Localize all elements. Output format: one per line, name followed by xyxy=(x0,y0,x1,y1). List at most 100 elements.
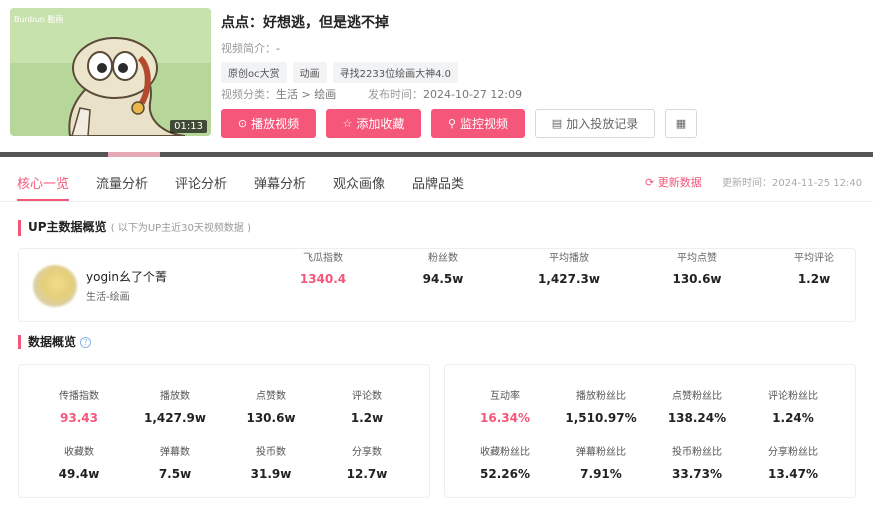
add-favorite-button[interactable]: ☆ 添加收藏 xyxy=(326,109,421,138)
play-circle-icon: ⊙ xyxy=(237,117,248,130)
metric-value: 13.47% xyxy=(768,467,818,481)
video-title: 点点：好想逃，但是逃不掉 xyxy=(221,15,389,31)
metric-cell: 播放数 1,427.9w xyxy=(127,387,223,425)
thumbnail-illustration: Bunbun 動画 xyxy=(10,8,211,136)
ratio-metrics-card: 互动率 16.34% 播放粉丝比 1,510.97% 点赞粉丝比 138.24% 评论粉丝比… xyxy=(444,364,856,498)
metric-label: 播放粉丝比 xyxy=(576,391,626,402)
video-publish-time: 发布时间：2024-10-27 12:09 xyxy=(368,86,522,102)
active-tab-indicator xyxy=(17,199,69,201)
metric-label: 弹幕数 xyxy=(160,447,190,458)
analysis-tabs: 核心一览 流量分析 评论分析 弹幕分析 观众画像 品牌品类 ⟳ 更新数据 更新时… xyxy=(0,157,873,202)
tab-danmaku-analysis[interactable]: 弹幕分析 xyxy=(254,173,306,192)
metric-label: 点赞数 xyxy=(256,391,286,402)
metric-label: 播放数 xyxy=(160,391,190,402)
add-ad-record-button[interactable]: ▤ 加入投放记录 xyxy=(535,109,655,138)
monitor-video-button[interactable]: ⚲ 监控视频 xyxy=(431,109,525,138)
metric-label: 评论粉丝比 xyxy=(768,391,818,402)
up-category: 生活-绘画 xyxy=(86,292,130,303)
tab-core-overview[interactable]: 核心一览 xyxy=(17,173,69,192)
metric-label: 分享粉丝比 xyxy=(768,447,818,458)
document-icon: ▤ xyxy=(551,117,563,130)
up-overview-heading: UP主数据概览 ( 以下为UP主近30天视频数据 ) xyxy=(18,220,251,236)
up-overview-subtitle: ( 以下为UP主近30天视频数据 ) xyxy=(110,223,251,234)
stat-value: 1340.4 xyxy=(299,272,347,286)
location-pin-icon: ⚲ xyxy=(447,117,457,130)
metric-value: 1.2w xyxy=(350,411,384,425)
add-ad-record-label: 加入投放记录 xyxy=(566,117,639,131)
tab-audience-profile[interactable]: 观众画像 xyxy=(333,173,385,192)
help-icon[interactable]: ? xyxy=(80,337,92,348)
refresh-data-button[interactable]: ⟳ 更新数据 xyxy=(645,174,702,190)
metric-label: 弹幕粉丝比 xyxy=(576,447,626,458)
metric-cell: 弹幕数 7.5w xyxy=(127,443,223,481)
update-time: 更新时间：2024-11-25 12:40 xyxy=(722,178,863,189)
up-stat-fans: 粉丝数 94.5w xyxy=(403,249,483,286)
up-name[interactable]: yogin幺了个菁 xyxy=(86,268,167,285)
video-tags: 原创oc大赏 动画 寻找2233位绘画大神4.0 xyxy=(221,62,458,83)
video-tag[interactable]: 动画 xyxy=(292,62,327,83)
metric-label: 收藏粉丝比 xyxy=(480,447,530,458)
video-action-buttons: ⊙ 播放视频 ☆ 添加收藏 ⚲ 监控视频 ▤ 加入投放记录 ▦ xyxy=(221,109,697,138)
up-stats-card: yogin幺了个菁 生活-绘画 飞瓜指数 1340.4 粉丝数 94.5w 平均… xyxy=(18,248,856,322)
video-tag[interactable]: 原创oc大赏 xyxy=(221,62,287,83)
metric-value: 1.24% xyxy=(772,411,814,425)
metric-cell: 点赞数 130.6w xyxy=(223,387,319,425)
metric-value: 49.4w xyxy=(58,467,100,481)
stat-label: 平均播放 xyxy=(549,253,589,264)
metric-value: 7.5w xyxy=(158,467,192,481)
refresh-icon: ⟳ xyxy=(645,176,658,189)
stat-value: 130.6w xyxy=(672,272,722,286)
metric-cell: 互动率 16.34% xyxy=(457,387,553,425)
metric-cell: 收藏粉丝比 52.26% xyxy=(457,443,553,481)
metric-value: 93.43 xyxy=(60,411,98,425)
video-intro-label: 视频简介： xyxy=(221,42,276,55)
add-favorite-label: 添加收藏 xyxy=(356,117,405,131)
stat-label: 平均评论 xyxy=(794,253,834,264)
metric-cell: 投币数 31.9w xyxy=(223,443,319,481)
video-thumbnail[interactable]: Bunbun 動画 01:13 xyxy=(10,8,211,136)
tab-traffic-analysis[interactable]: 流量分析 xyxy=(96,173,148,192)
metric-value: 130.6w xyxy=(246,411,296,425)
metric-cell: 分享数 12.7w xyxy=(319,443,415,481)
video-tag[interactable]: 寻找2233位绘画大神4.0 xyxy=(332,62,458,83)
video-category-label: 视频分类： xyxy=(221,88,276,101)
video-info-card: Bunbun 動画 01:13 点点：好想逃，但是逃不掉 视频简介：- 原创oc… xyxy=(0,0,873,152)
metric-cell: 传播指数 93.43 xyxy=(31,387,127,425)
metric-cell: 评论数 1.2w xyxy=(319,387,415,425)
metric-label: 投币粉丝比 xyxy=(672,447,722,458)
data-overview-heading: 数据概览? xyxy=(18,335,92,349)
stat-value: 94.5w xyxy=(422,272,464,286)
stat-value: 1.2w xyxy=(797,272,831,286)
metric-label: 投币数 xyxy=(256,447,286,458)
metric-label: 分享数 xyxy=(352,447,382,458)
qr-code-button[interactable]: ▦ xyxy=(665,109,697,138)
metric-value: 33.73% xyxy=(672,467,722,481)
tab-comment-analysis[interactable]: 评论分析 xyxy=(175,173,227,192)
metric-cell: 收藏数 49.4w xyxy=(31,443,127,481)
metric-value: 31.9w xyxy=(250,467,292,481)
avatar[interactable] xyxy=(33,265,77,307)
play-video-label: 播放视频 xyxy=(251,117,300,131)
stat-label: 粉丝数 xyxy=(428,253,458,264)
stat-label: 平均点赞 xyxy=(677,253,717,264)
up-stat-avg-play: 平均播放 1,427.3w xyxy=(529,249,609,286)
video-intro: 视频简介：- xyxy=(221,40,280,56)
publish-time-value: 2024-10-27 12:09 xyxy=(423,88,523,101)
star-icon: ☆ xyxy=(342,117,353,130)
qr-code-icon: ▦ xyxy=(675,117,687,130)
metric-cell: 点赞粉丝比 138.24% xyxy=(649,387,745,425)
metric-value: 1,427.9w xyxy=(144,411,206,425)
metric-cell: 投币粉丝比 33.73% xyxy=(649,443,745,481)
metric-label: 传播指数 xyxy=(59,391,99,402)
up-overview-title: UP主数据概览 xyxy=(28,220,107,234)
video-intro-value: - xyxy=(276,42,280,55)
tab-brand-category[interactable]: 品牌品类 xyxy=(412,173,464,192)
metric-cell: 评论粉丝比 1.24% xyxy=(745,387,841,425)
metric-value: 1,510.97% xyxy=(565,411,637,425)
play-video-button[interactable]: ⊙ 播放视频 xyxy=(221,109,316,138)
thumbnail-watermark: Bunbun 動画 xyxy=(14,15,63,24)
video-category-value: 生活 > 绘画 xyxy=(276,88,337,101)
metric-value: 12.7w xyxy=(346,467,388,481)
metric-cell: 弹幕粉丝比 7.91% xyxy=(553,443,649,481)
up-stat-avg-like: 平均点赞 130.6w xyxy=(657,249,737,286)
